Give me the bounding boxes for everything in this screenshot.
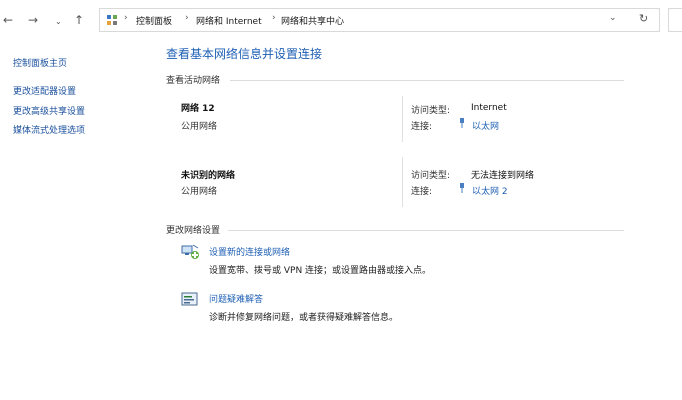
refresh-icon[interactable]: ↻ [639,12,648,25]
back-arrow-icon[interactable]: ← [3,12,13,28]
chevron-right-icon: › [124,13,128,23]
sidebar-item-media-streaming[interactable]: 媒体流式处理选项 [13,123,85,136]
up-arrow-icon[interactable]: ↑ [74,12,84,28]
setup-connection-link[interactable]: 设置新的连接或网络 [209,245,290,258]
address-bar[interactable]: › 控制面板 › 网络和 Internet › 网络和共享中心 ⌄ ↻ [99,8,660,32]
forward-arrow-icon[interactable]: → [28,12,38,28]
troubleshoot-link[interactable]: 问题疑难解答 [209,292,263,305]
chevron-right-icon: › [272,13,276,23]
troubleshoot-icon [181,292,198,306]
breadcrumb-network-internet[interactable]: 网络和 Internet [196,14,262,27]
chevron-down-icon[interactable]: ⌄ [609,13,617,23]
chevron-right-icon: › [185,13,189,23]
ethernet-icon [460,183,464,193]
setup-connection-description: 设置宽带、拨号或 VPN 连接；或设置路由器或接入点。 [209,266,432,276]
control-panel-icon [107,15,117,25]
network-type: 公用网络 [181,122,218,132]
network-name: 未识别的网络 [181,171,236,181]
search-box[interactable] [668,8,682,32]
connection-label: 连接: [411,187,433,197]
access-type-label: 访问类型: [411,106,451,116]
section-divider [228,230,624,231]
column-divider [402,157,403,207]
page-title: 查看基本网络信息并设置连接 [166,47,323,61]
troubleshoot-description: 诊断并修复网络问题，或者获得疑难解答信息。 [209,313,399,323]
ethernet-icon [460,118,464,128]
network-setup-icon [181,244,199,259]
breadcrumb-control-panel[interactable]: 控制面板 [136,14,172,27]
section-title-active-networks: 查看活动网络 [166,76,221,86]
chevron-down-icon[interactable]: ⌄ [55,14,62,30]
access-type-value: 无法连接到网络 [471,171,535,181]
sidebar-item-advanced-sharing[interactable]: 更改高级共享设置 [13,104,85,117]
sidebar-item-control-panel-home[interactable]: 控制面板主页 [13,56,67,69]
connection-label: 连接: [411,122,433,132]
network-type: 公用网络 [181,187,218,197]
network-name: 网络 12 [181,104,215,114]
connection-link-ethernet-2[interactable]: 以太网 2 [472,184,508,197]
column-divider [402,96,403,142]
breadcrumb-sharing-center[interactable]: 网络和共享中心 [281,14,344,27]
access-type-label: 访问类型: [411,171,451,181]
sidebar-item-change-adapter[interactable]: 更改适配器设置 [13,84,76,97]
access-type-value: Internet [471,103,507,113]
connection-link-ethernet[interactable]: 以太网 [472,119,499,132]
section-divider [230,80,624,81]
section-title-change-settings: 更改网络设置 [166,226,221,236]
